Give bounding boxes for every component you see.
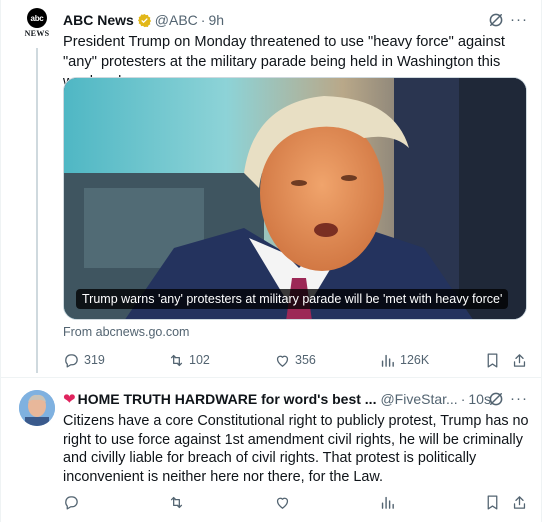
author-name[interactable]: HOME TRUTH HARDWARE for word's best ...: [78, 391, 377, 407]
share-icon: [513, 353, 526, 367]
bookmark-icon: [487, 494, 498, 510]
tweet-divider: [1, 377, 542, 378]
timestamp[interactable]: 9h: [208, 12, 224, 28]
reply-button[interactable]: 319: [63, 350, 105, 370]
reply-author-avatar[interactable]: [19, 390, 55, 426]
reply-count: 319: [84, 353, 105, 367]
repost-button[interactable]: [168, 492, 189, 512]
grok-icon[interactable]: [487, 390, 505, 408]
tweet-action-bar: [63, 492, 533, 512]
tweet-text: Citizens have a core Constitutional righ…: [63, 413, 529, 485]
abc-logo: abc: [27, 8, 47, 28]
share-icon: [513, 495, 526, 509]
separator-dot: ·: [200, 12, 206, 28]
heart-icon: [276, 355, 289, 367]
view-count: 126K: [400, 353, 430, 367]
reply-button[interactable]: [63, 492, 84, 512]
reply-icon: [65, 495, 78, 510]
views-button[interactable]: [379, 492, 400, 512]
author-name[interactable]: ABC News: [63, 12, 134, 28]
thread-connector-line: [36, 48, 38, 373]
more-options-icon[interactable]: ···: [510, 10, 528, 28]
repost-icon: [170, 496, 183, 508]
share-button[interactable]: [511, 492, 532, 512]
avatar-image: [19, 390, 55, 426]
views-icon: [381, 496, 394, 509]
views-button[interactable]: 126K: [379, 350, 429, 370]
grok-icon[interactable]: [487, 11, 505, 29]
author-handle[interactable]: @ABC: [155, 12, 198, 28]
views-icon: [381, 354, 394, 367]
tweet-action-bar: 319 102 356 126K: [63, 350, 533, 370]
repost-icon: [170, 354, 183, 366]
author-handle[interactable]: @FiveStar...: [380, 391, 457, 407]
bookmark-button[interactable]: [484, 350, 505, 370]
verified-badge-icon[interactable]: [137, 13, 152, 28]
bookmark-icon: [487, 352, 498, 368]
timeline-frame: abc NEWS ABC News @ABC · 9h ··· Presiden…: [0, 0, 542, 522]
repost-count: 102: [189, 353, 210, 367]
tweet-header: ABC News @ABC · 9h: [63, 11, 224, 29]
link-source[interactable]: From abcnews.go.com: [63, 325, 189, 339]
share-button[interactable]: [511, 350, 532, 370]
abc-news-avatar[interactable]: abc NEWS: [21, 8, 53, 40]
separator-dot: ·: [460, 391, 466, 407]
tweet-header: ❤ HOME TRUTH HARDWARE for word's best ..…: [63, 390, 491, 408]
bookmark-button[interactable]: [484, 492, 505, 512]
reply-icon: [65, 353, 78, 368]
repost-button[interactable]: 102: [168, 350, 210, 370]
more-options-icon[interactable]: ···: [510, 389, 528, 407]
abc-logo-subtext: NEWS: [24, 29, 50, 38]
heart-icon: [276, 497, 289, 509]
media-caption: Trump warns 'any' protesters at military…: [76, 289, 509, 309]
tweet-media-card[interactable]: Trump warns 'any' protesters at military…: [63, 77, 527, 320]
like-count: 356: [295, 353, 316, 367]
trump-photo: [64, 78, 526, 319]
like-button[interactable]: [274, 492, 295, 512]
red-heart-emoji-icon: ❤: [63, 391, 76, 408]
like-button[interactable]: 356: [274, 350, 316, 370]
